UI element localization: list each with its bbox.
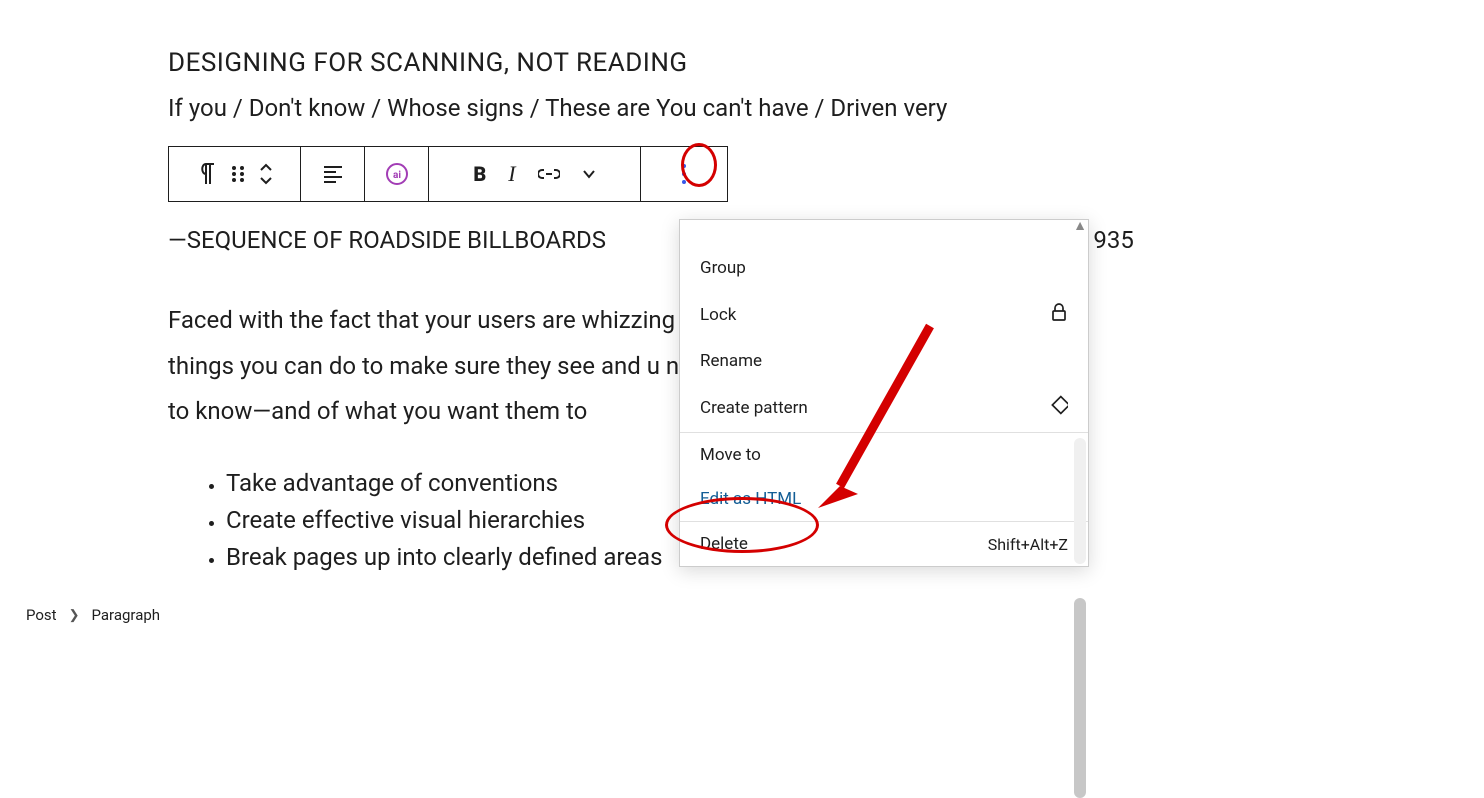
menu-item-edit-html[interactable]: Edit as HTML [680,477,1088,521]
paragraph-block-icon[interactable] [197,163,217,185]
scroll-thumb[interactable] [1074,598,1086,798]
block-options-menu: Group Lock Rename Create pattern Move to… [679,219,1089,567]
menu-item-rename[interactable]: Rename [680,339,1088,383]
more-rich-text-icon[interactable] [582,169,596,179]
options-kebab-icon[interactable] [681,163,687,185]
scroll-up-arrow-icon[interactable]: ▲ [1073,217,1087,234]
body-paragraph[interactable]: Faced with the fact that your users are … [168,298,728,435]
drag-handle-icon[interactable] [231,165,245,183]
link-button[interactable] [538,167,560,181]
shortcut-label: Shift+Alt+Z [988,535,1068,554]
section-heading: DESIGNING FOR SCANNING, NOT READING [168,48,1316,78]
bold-button[interactable]: B [473,162,486,186]
block-toolbar: ai B I [168,146,728,202]
breadcrumb-root[interactable]: Post [26,606,57,624]
section-subheading: If you / Don't know / Whose signs / Thes… [168,94,1316,122]
svg-text:ai: ai [393,170,401,181]
ai-assist-icon[interactable]: ai [385,162,409,186]
move-up-down-icon[interactable] [259,163,273,185]
align-icon[interactable] [324,166,342,183]
breadcrumb-current[interactable]: Paragraph [91,606,160,624]
chevron-right-icon: ❯ [69,608,80,623]
menu-item-group[interactable]: Group [680,246,1088,290]
menu-item-create-pattern[interactable]: Create pattern [680,383,1088,432]
italic-button[interactable]: I [508,161,515,187]
menu-item-lock[interactable]: Lock [680,290,1088,339]
menu-scrollbar[interactable] [1074,438,1086,564]
menu-item-delete[interactable]: Delete Shift+Alt+Z [680,522,1088,566]
menu-item-move-to[interactable]: Move to [680,433,1088,477]
lock-icon [1050,302,1068,327]
breadcrumb: Post ❯ Paragraph [26,606,160,624]
diamond-icon [1048,395,1068,420]
